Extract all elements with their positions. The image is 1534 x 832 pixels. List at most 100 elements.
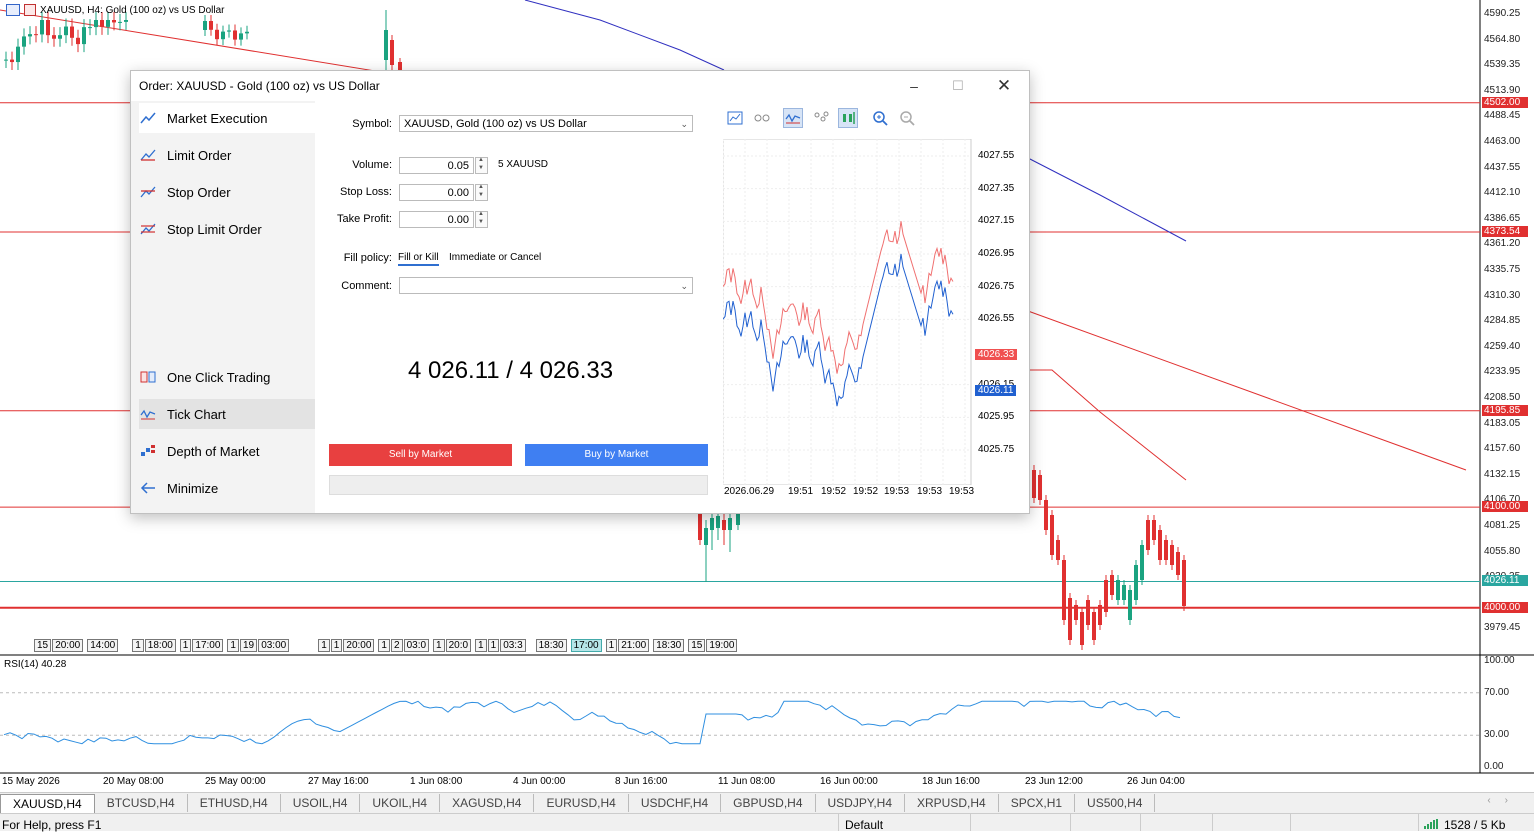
chart-tab[interactable]: SPCX,H1 (999, 794, 1076, 812)
menu-minimize[interactable]: Minimize (139, 473, 315, 503)
zoom-in-icon[interactable] (870, 108, 890, 128)
menu-market-execution[interactable]: Market Execution (139, 103, 315, 133)
price-level-tag[interactable]: 4502.00 (1482, 96, 1528, 108)
price-level-tag[interactable]: 4000.00 (1482, 601, 1528, 613)
chart-tab[interactable]: GBPUSD,H4 (721, 794, 816, 812)
chart-tab[interactable]: XAUUSD,H4 (0, 793, 95, 813)
candle-body (1122, 585, 1126, 600)
candle-body (1032, 470, 1036, 498)
chart-tab[interactable]: US500,H4 (1075, 794, 1156, 812)
sell-by-market-button[interactable]: Sell by Market (329, 444, 512, 466)
price-level-tag[interactable]: 4026.11 (1482, 575, 1528, 587)
points-mode-icon[interactable] (811, 108, 831, 128)
menu-stop-limit-order[interactable]: Stop Limit Order (139, 214, 315, 244)
tick-x-label: 19:53 (917, 486, 943, 497)
line-mode-icon[interactable] (783, 108, 803, 128)
candle-body (70, 26, 74, 38)
candle-body (1164, 540, 1168, 560)
tick-x-label: 19:52 (853, 486, 879, 497)
price-axis-label: 4513.90 (1484, 84, 1521, 96)
order-dialog[interactable]: Order: XAUUSD - Gold (100 oz) vs US Doll… (130, 70, 1030, 514)
fill-policy-ioc[interactable]: Immediate or Cancel (449, 252, 541, 263)
buy-by-market-button[interactable]: Buy by Market (525, 444, 708, 466)
volume-input[interactable]: 0.05 (399, 157, 474, 174)
symbol-select[interactable]: XAUUSD, Gold (100 oz) vs US Dollar ⌄ (399, 115, 693, 132)
candle-body (1128, 590, 1132, 620)
auto-scroll-icon[interactable] (838, 108, 858, 128)
chart-tab[interactable]: USDJPY,H4 (816, 794, 905, 812)
candle-body (1152, 520, 1156, 540)
chart-tab[interactable]: BTCUSD,H4 (95, 794, 188, 812)
candle-body (221, 31, 225, 40)
time-tag: 20:0 (445, 639, 472, 652)
price-axis-label: 4539.35 (1484, 59, 1521, 71)
take-profit-stepper[interactable] (475, 211, 488, 228)
zoom-out-icon[interactable] (897, 108, 917, 128)
candle-body (1062, 560, 1066, 620)
time-axis-label: 18 Jun 16:00 (922, 776, 980, 787)
price-axis-label: 4259.40 (1484, 340, 1521, 352)
time-tag: 03:0 (403, 639, 430, 652)
dialog-close-button[interactable]: ✕ (991, 75, 1017, 97)
time-tag: 20:00 (343, 639, 375, 652)
menu-limit-order[interactable]: Limit Order (139, 140, 315, 170)
take-profit-input[interactable]: 0.00 (399, 211, 474, 228)
candle-body (40, 20, 44, 35)
time-axis-label: 16 Jun 00:00 (820, 776, 878, 787)
menu-depth-of-market[interactable]: Depth of Market (139, 436, 315, 466)
status-bar: For Help, press F1 Default 1528 / 5 Kb (0, 813, 1534, 832)
candle-body (1098, 605, 1102, 625)
candle-body (1116, 580, 1120, 600)
candle-body (239, 33, 243, 40)
volume-stepper[interactable] (475, 157, 488, 174)
price-axis-label: 4310.30 (1484, 289, 1521, 301)
time-axis-label: 11 Jun 08:00 (718, 776, 776, 787)
time-axis-label: 8 Jun 16:00 (615, 776, 668, 787)
chart-tab[interactable]: ETHUSD,H4 (188, 794, 281, 812)
stop-order-icon (139, 183, 157, 201)
dialog-minimize-button[interactable]: – (901, 75, 927, 97)
time-axis-label: 25 May 00:00 (205, 776, 266, 787)
candle-body (76, 37, 80, 45)
tick-y-label: 4027.55 (978, 150, 1015, 161)
price-level-tag[interactable]: 4100.00 (1482, 501, 1528, 513)
time-tag: 17:00 (192, 639, 224, 652)
menu-tick-chart[interactable]: Tick Chart (139, 399, 315, 429)
tab-scroll-arrows[interactable]: ‹› (1487, 795, 1522, 806)
time-axis-label: 23 Jun 12:00 (1025, 776, 1083, 787)
chart-tabs-bar: XAUUSD,H4 BTCUSD,H4 ETHUSD,H4 USOIL,H4 UKOIL… (0, 792, 1534, 813)
price-axis-label: 4437.55 (1484, 161, 1521, 173)
price-level-tag[interactable]: 4373.54 (1482, 225, 1528, 237)
candle-body (1056, 540, 1060, 560)
time-axis-label: 1 Jun 08:00 (410, 776, 463, 787)
time-tag: 15 (34, 639, 52, 652)
price-level-tag[interactable]: 4195.85 (1482, 404, 1528, 416)
chart-tab[interactable]: USDCHF,H4 (629, 794, 722, 812)
price-axis-label: 4335.75 (1484, 264, 1521, 275)
candle-body (1050, 515, 1054, 555)
tick-y-label: 4026.55 (978, 313, 1015, 325)
menu-one-click-trading[interactable]: One Click Trading (139, 362, 315, 392)
chart-style-icon[interactable] (725, 108, 745, 128)
chart-tab[interactable]: XAGUSD,H4 (440, 794, 535, 812)
tick-x-label: 19:53 (884, 486, 910, 497)
order-type-panel: Market Execution Limit Order Stop Order … (131, 101, 315, 513)
chart-tab[interactable]: USOIL,H4 (281, 794, 361, 812)
stop-loss-stepper[interactable] (475, 184, 488, 201)
candle-body (698, 512, 702, 540)
dialog-maximize-button[interactable]: ☐ (945, 75, 971, 97)
time-tag: 03:3 (500, 639, 526, 652)
chart-tab[interactable]: UKOIL,H4 (360, 794, 441, 812)
bid-ask-toggle-icon[interactable] (752, 108, 772, 128)
chart-tab[interactable]: EURUSD,H4 (534, 794, 629, 812)
price-axis-label: 4157.60 (1484, 443, 1521, 455)
candle-body (118, 21, 122, 23)
fill-policy-fok[interactable]: Fill or Kill (398, 252, 439, 266)
fill-policy-label: Fill policy: (343, 252, 392, 264)
chart-window-icon (6, 4, 20, 16)
menu-stop-order[interactable]: Stop Order (139, 177, 315, 207)
chart-tab[interactable]: XRPUSD,H4 (905, 794, 999, 812)
stop-loss-input[interactable]: 0.00 (399, 184, 474, 201)
comment-input[interactable]: ⌄ (399, 277, 693, 294)
time-tag: 15 (688, 639, 706, 652)
